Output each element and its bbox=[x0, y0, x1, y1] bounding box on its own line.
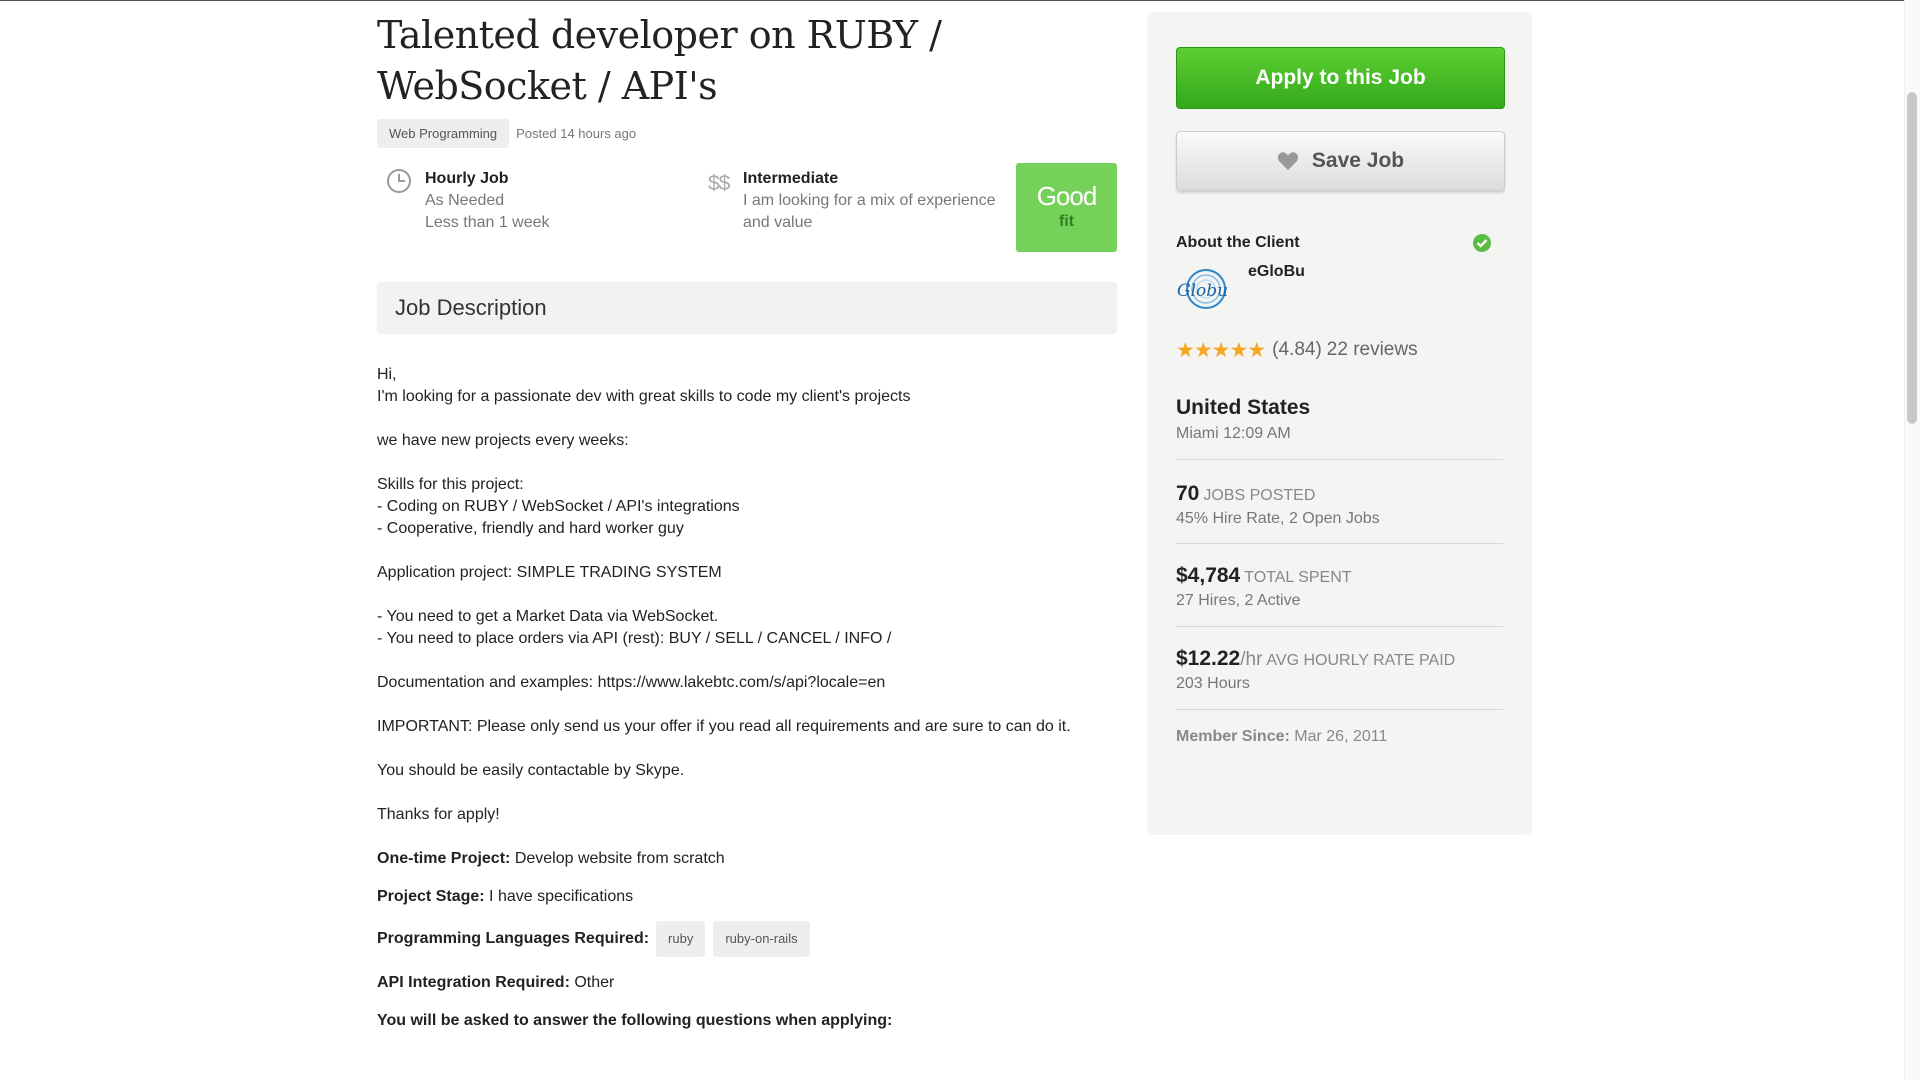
fit-line-2: fit bbox=[1058, 213, 1075, 230]
client-local-time: Miami 12:09 AM bbox=[1176, 425, 1291, 442]
client-logo: Globu bbox=[1177, 269, 1228, 309]
description-header: Job Description bbox=[377, 282, 1117, 334]
description-line bbox=[377, 452, 1117, 474]
jobs-posted-value: 70 bbox=[1176, 482, 1200, 505]
description-line: Hi, bbox=[377, 366, 397, 383]
job-meta: Web Programming Posted 14 hours ago bbox=[377, 118, 1117, 148]
project-stage: Project Stage: I have specifications bbox=[377, 886, 1117, 908]
client-rating: ★ ★ ★ ★ ★ (4.84) 22 reviews bbox=[1176, 339, 1418, 361]
skill-tag[interactable]: ruby-on-rails bbox=[713, 921, 810, 957]
divider bbox=[1176, 626, 1503, 627]
job-facts: Hourly Job As Needed Less than 1 week $$… bbox=[377, 158, 1117, 273]
rating-value: (4.84) bbox=[1272, 339, 1322, 360]
description-line: - Cooperative, friendly and hard worker … bbox=[377, 520, 684, 537]
description-line bbox=[377, 408, 1117, 430]
fit-line-1: Good bbox=[1036, 181, 1098, 211]
description-line: IMPORTANT: Please only send us your offe… bbox=[377, 718, 1071, 735]
client-name[interactable]: eGloBu bbox=[1248, 263, 1305, 281]
member-since: Member Since: Mar 26, 2011 bbox=[1176, 728, 1387, 746]
stage-label: Project Stage: bbox=[377, 888, 485, 905]
member-since-value: Mar 26, 2011 bbox=[1294, 728, 1388, 745]
description-line: Documentation and examples: https://www.… bbox=[377, 674, 886, 691]
avg-rate-value: $12.22 bbox=[1176, 647, 1241, 670]
api-label: API Integration Required: bbox=[377, 974, 570, 991]
avg-rate-stat: $12.22/hr AVG HOURLY RATE PAID 203 Hours bbox=[1176, 647, 1455, 693]
one-time-label: One-time Project: bbox=[377, 850, 511, 867]
divider bbox=[1176, 459, 1503, 460]
jobs-posted-sub: 45% Hire Rate, 2 Open Jobs bbox=[1176, 510, 1380, 527]
verified-check-icon bbox=[1473, 234, 1491, 252]
description-line bbox=[377, 738, 1117, 760]
description-line: Thanks for apply! bbox=[377, 806, 500, 823]
api-value: Other bbox=[574, 974, 615, 991]
description-line: we have new projects every weeks: bbox=[377, 432, 629, 449]
level-head: Intermediate bbox=[743, 170, 839, 187]
description-line: - You need to place orders via API (rest… bbox=[377, 630, 892, 647]
total-spent-value: $4,784 bbox=[1176, 564, 1241, 587]
job-main: Talented developer on RUBY / WebSocket /… bbox=[377, 10, 1117, 1032]
star-icon: ★ bbox=[1176, 338, 1195, 362]
questions-note: You will be asked to answer the followin… bbox=[377, 1012, 893, 1029]
avg-rate-label: AVG HOURLY RATE PAID bbox=[1266, 652, 1456, 669]
hourly-info: Hourly Job As Needed Less than 1 week bbox=[425, 168, 550, 234]
description-line bbox=[377, 540, 1117, 562]
reviews-count[interactable]: 22 reviews bbox=[1327, 339, 1418, 361]
description-body: Hi, I'm looking for a passionate dev wit… bbox=[377, 364, 1117, 1032]
heart-icon bbox=[1277, 152, 1299, 171]
description-line bbox=[377, 650, 1117, 672]
avg-rate-unit: /hr bbox=[1240, 649, 1263, 670]
job-title: Talented developer on RUBY / WebSocket /… bbox=[377, 13, 942, 108]
divider bbox=[1176, 543, 1503, 544]
client-logo-text: Globu bbox=[1177, 281, 1228, 301]
total-spent-stat: $4,784 TOTAL SPENT 27 Hires, 2 Active bbox=[1176, 564, 1352, 610]
skill-tag[interactable]: ruby bbox=[656, 921, 706, 957]
description-line: I'm looking for a passionate dev with gr… bbox=[377, 388, 911, 405]
save-job-button[interactable]: Save Job bbox=[1176, 131, 1505, 191]
description-line bbox=[377, 782, 1117, 804]
description-line: - You need to get a Market Data via WebS… bbox=[377, 608, 719, 625]
languages-label: Programming Languages Required: bbox=[377, 930, 650, 947]
avg-rate-sub: 203 Hours bbox=[1176, 675, 1250, 692]
total-spent-label: TOTAL SPENT bbox=[1244, 569, 1352, 586]
scrollbar-thumb[interactable] bbox=[1907, 92, 1917, 424]
client-country: United States bbox=[1176, 396, 1311, 419]
about-client-heading: About the Client bbox=[1176, 234, 1300, 251]
one-time-project: One-time Project: Develop website from s… bbox=[377, 848, 1117, 870]
clock-icon bbox=[387, 169, 411, 193]
star-icon: ★ bbox=[1229, 338, 1249, 362]
level-line-1: I am looking for a mix of experience bbox=[743, 192, 996, 209]
dollar-icon: $$ bbox=[708, 172, 730, 195]
stage-value: I have specifications bbox=[489, 888, 634, 905]
top-border bbox=[0, 0, 1920, 1]
client-sidebar: Apply to this Job Save Job About the Cli… bbox=[1147, 12, 1532, 835]
save-job-label: Save Job bbox=[1311, 149, 1405, 172]
posted-time: Posted 14 hours ago bbox=[516, 125, 637, 141]
category-tag[interactable]: Web Programming bbox=[377, 118, 510, 148]
languages-row: Programming Languages Required: ruby rub… bbox=[377, 921, 1117, 957]
apply-button[interactable]: Apply to this Job bbox=[1176, 47, 1505, 109]
total-spent-sub: 27 Hires, 2 Active bbox=[1176, 592, 1301, 609]
description-line: You should be easily contactable by Skyp… bbox=[377, 762, 685, 779]
star-icon: ★ bbox=[1193, 338, 1213, 362]
one-time-value: Develop website from scratch bbox=[514, 850, 725, 867]
jobs-posted-stat: 70 JOBS POSTED 45% Hire Rate, 2 Open Jobs bbox=[1176, 482, 1380, 528]
hourly-line-2: Less than 1 week bbox=[425, 214, 550, 231]
description-line bbox=[377, 694, 1117, 716]
star-icon: ★ bbox=[1247, 338, 1267, 362]
description-line bbox=[377, 584, 1117, 606]
api-integration: API Integration Required: Other bbox=[377, 972, 1117, 994]
level-info: Intermediate I am looking for a mix of e… bbox=[743, 168, 1008, 234]
member-since-label: Member Since: bbox=[1176, 728, 1290, 745]
description-line: - Coding on RUBY / WebSocket / API's int… bbox=[377, 498, 740, 515]
level-line-2: and value bbox=[743, 214, 813, 231]
star-icon: ★ bbox=[1211, 338, 1231, 362]
jobs-posted-label: JOBS POSTED bbox=[1203, 487, 1316, 504]
hourly-line-1: As Needed bbox=[425, 192, 505, 209]
divider bbox=[1176, 709, 1503, 710]
description-line: Application project: SIMPLE TRADING SYST… bbox=[377, 564, 722, 581]
description-line: Skills for this project: bbox=[377, 476, 524, 493]
hourly-head: Hourly Job bbox=[425, 170, 509, 187]
fit-badge: Good fit bbox=[1016, 163, 1117, 252]
